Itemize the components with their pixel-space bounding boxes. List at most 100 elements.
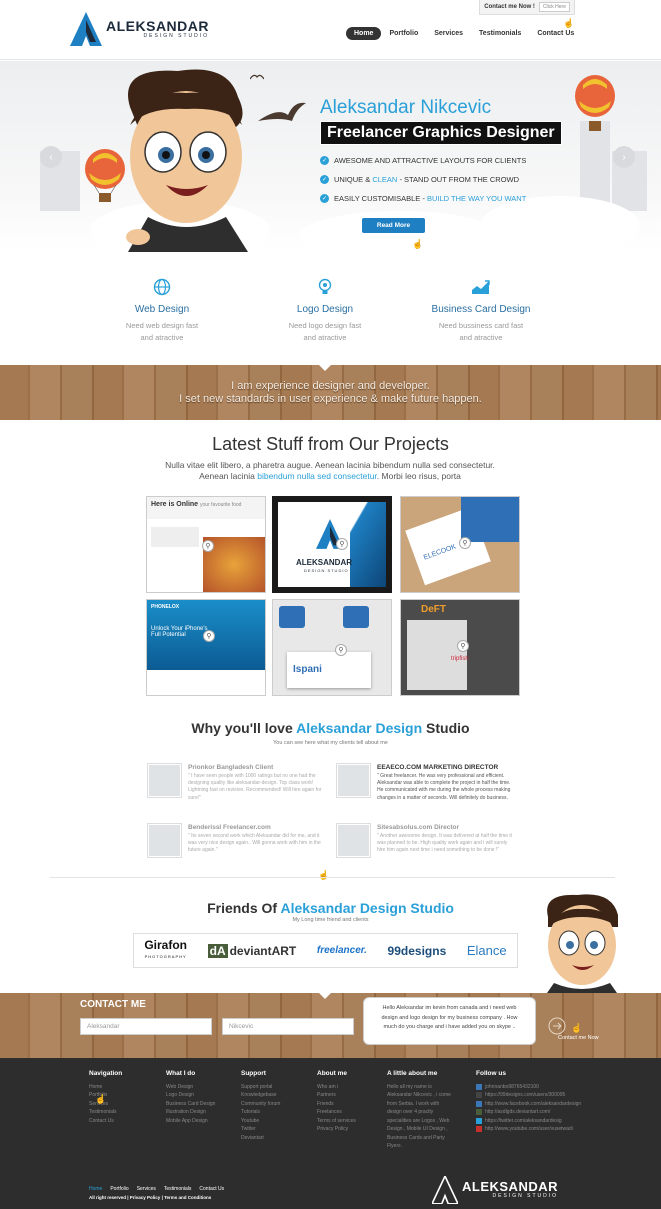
- service-desc: Need bussiness card fast and atractive: [438, 321, 524, 342]
- partner-logo-girafon[interactable]: Girafon PHOTOGRAPHY: [144, 939, 187, 961]
- social-link-twitter[interactable]: https://twitter.com/aleksandardesig: [476, 1117, 581, 1126]
- read-more-button[interactable]: Read More: [362, 218, 425, 233]
- hero-slider: ‹ › Aleksandar Nikcevic Freelancer Graph…: [0, 61, 661, 261]
- slider-next-button[interactable]: ›: [613, 146, 635, 168]
- nav-services[interactable]: Services: [426, 27, 471, 40]
- legal-links: All right reserved | Privacy Policy | Te…: [89, 1195, 212, 1200]
- footer-link[interactable]: Freelances: [317, 1108, 356, 1117]
- nav-testimonials[interactable]: Testimonials: [471, 27, 529, 40]
- partner-logo-elance[interactable]: Elance: [467, 943, 507, 958]
- zoom-icon[interactable]: ⚲: [203, 630, 215, 642]
- footer-logo[interactable]: ALEKSANDAR DESIGN STUDIO: [432, 1176, 558, 1204]
- social-link-youtube[interactable]: http://www.youtube.com/user/vuxetwadi: [476, 1125, 581, 1134]
- project-thumbnail[interactable]: Ispani ⚲: [272, 599, 392, 696]
- about-line: specialities are Logos , Web: [387, 1117, 450, 1124]
- footer-bottom-link[interactable]: Portfolio: [110, 1186, 128, 1192]
- logo-icon: [432, 1176, 458, 1204]
- logo[interactable]: ALEKSANDAR DESIGN STUDIO: [70, 12, 209, 46]
- social-link-skype[interactable]: johnnanbo98765432100: [476, 1083, 581, 1092]
- project-thumbnail[interactable]: ELECOOK ⚲: [400, 496, 520, 593]
- footer: Navigation Home Portfolio Services Testi…: [0, 1058, 661, 1209]
- footer-follow: Follow us johnnanbo98765432100 https://9…: [476, 1070, 582, 1134]
- privacy-link[interactable]: Privacy Policy: [130, 1195, 161, 1200]
- footer-link[interactable]: Support portal: [241, 1083, 280, 1092]
- footer-link[interactable]: Terms of services: [317, 1117, 356, 1126]
- thumb-caption: DeFT: [421, 604, 446, 615]
- message-field[interactable]: Hello Aleksandar im kevin from canada an…: [363, 997, 536, 1045]
- facebook-icon: [476, 1100, 482, 1107]
- about-line: Design , Mobile UI Design ,: [387, 1126, 448, 1132]
- project-thumbnail[interactable]: ALEKSANDAR DESIGN STUDIO ⚲: [272, 496, 392, 593]
- click-here-button[interactable]: Click Here: [538, 2, 570, 12]
- terms-link[interactable]: Terms and Conditions: [164, 1195, 211, 1200]
- partner-logo-deviantart[interactable]: dA deviantART: [207, 943, 296, 958]
- footer-bottom-link[interactable]: Testimonials: [164, 1186, 192, 1192]
- hand-cursor-icon: ☝: [318, 870, 330, 880]
- footer-link[interactable]: Twitter: [241, 1125, 280, 1134]
- service-business-card[interactable]: Business Card Design Need bussiness card…: [411, 278, 551, 344]
- hand-cursor-icon: ☝: [95, 1094, 107, 1104]
- thumb-text-block: [151, 527, 199, 547]
- footer-bottom-link[interactable]: Contact Us: [199, 1186, 224, 1192]
- zoom-icon[interactable]: ⚲: [457, 640, 469, 652]
- footer-link[interactable]: Partners: [317, 1091, 356, 1100]
- service-logo-design[interactable]: Logo Design Need logo design fast and atr…: [255, 278, 395, 344]
- footer-bottom: Home Portfolio Services Testimonials Con…: [89, 1186, 224, 1200]
- footer-link[interactable]: Tutorials: [241, 1108, 280, 1117]
- project-thumbnail[interactable]: Here is Online your favourite food ⚲: [146, 496, 266, 593]
- footer-link[interactable]: Deviantart: [241, 1134, 280, 1143]
- nav-portfolio[interactable]: Portfolio: [381, 27, 426, 40]
- twitter-icon: [476, 1117, 482, 1124]
- globe-icon: [92, 278, 232, 298]
- footer-link[interactable]: Who am i: [317, 1083, 356, 1092]
- brand-name: ALEKSANDAR: [106, 17, 209, 34]
- footer-link[interactable]: Web Design: [166, 1083, 215, 1092]
- zoom-icon[interactable]: ⚲: [336, 538, 348, 550]
- zoom-icon[interactable]: ⚲: [459, 537, 471, 549]
- nav-home[interactable]: Home: [346, 27, 382, 40]
- social-link-99designs[interactable]: https://99designs.com/users/300095: [476, 1091, 581, 1100]
- zoom-icon[interactable]: ⚲: [335, 644, 347, 656]
- partner-logo-freelancer[interactable]: freelancer.: [317, 945, 367, 956]
- social-link-facebook[interactable]: http://www.facebook.com/aleksandardesign: [476, 1100, 581, 1109]
- footer-link[interactable]: Friends: [317, 1100, 356, 1109]
- footer-link[interactable]: Logo Design: [166, 1091, 215, 1100]
- footer-bottom-link[interactable]: Home: [89, 1186, 102, 1192]
- nav-contact[interactable]: Contact Us: [529, 27, 582, 40]
- contact-me-now-button[interactable]: Contact me Now: [558, 1035, 599, 1041]
- footer-link[interactable]: Mobile App Design: [166, 1117, 215, 1126]
- footer-link[interactable]: Contact Us: [89, 1117, 122, 1126]
- check-icon: ✓: [320, 156, 329, 165]
- zoom-icon[interactable]: ⚲: [202, 540, 214, 552]
- first-name-field[interactable]: Aleksandar: [80, 1018, 212, 1035]
- check-icon: ✓: [320, 194, 329, 203]
- send-icon[interactable]: [548, 1017, 566, 1035]
- footer-what-i-do: What I do Web Design Logo Design Busines…: [166, 1070, 216, 1126]
- service-web-design[interactable]: Web Design Need web design fast and atrac…: [92, 278, 232, 344]
- footer-link[interactable]: Privacy Policy: [317, 1125, 356, 1134]
- footer-link[interactable]: Business Card Design: [166, 1100, 215, 1109]
- check-icon: ✓: [320, 175, 329, 184]
- feature-text: UNIQUE & CLEAN - STAND OUT FROM THE CROW…: [334, 175, 520, 184]
- footer-link[interactable]: Knowledgebase: [241, 1091, 280, 1100]
- footer-about: About me Who am i Partners Friends Freel…: [317, 1070, 356, 1134]
- testimonial-quote: " Another awesome design. It was deliver…: [377, 833, 512, 854]
- footer-link[interactable]: Illustration Design: [166, 1108, 215, 1117]
- services-section: Web Design Need web design fast and atrac…: [0, 278, 661, 358]
- footer-link[interactable]: Home: [89, 1083, 122, 1092]
- footer-link[interactable]: Testimonials: [89, 1108, 122, 1117]
- project-thumbnail[interactable]: DeFT tripfish ⚲: [400, 599, 520, 696]
- footer-link[interactable]: Community forum: [241, 1100, 280, 1109]
- about-line: Hello all my name is: [387, 1083, 432, 1090]
- 99designs-icon: [476, 1092, 482, 1099]
- project-thumbnail[interactable]: PHONELOX Unlock Your iPhone's Full Poten…: [146, 599, 266, 696]
- hero-feature: ✓ UNIQUE & CLEAN - STAND OUT FROM THE CR…: [320, 175, 519, 184]
- slider-prev-button[interactable]: ‹: [40, 146, 62, 168]
- balloon-icon: [575, 75, 615, 131]
- contact-tab[interactable]: Contact me Now ! Click Here: [479, 0, 575, 15]
- footer-bottom-link[interactable]: Services: [137, 1186, 156, 1192]
- partner-logo-99designs[interactable]: 99designs: [388, 944, 447, 958]
- footer-link[interactable]: Youtube: [241, 1117, 280, 1126]
- last-name-field[interactable]: Nikcevic: [222, 1018, 354, 1035]
- social-link-deviantart[interactable]: http://asdlgds.deviantart.com/: [476, 1108, 581, 1117]
